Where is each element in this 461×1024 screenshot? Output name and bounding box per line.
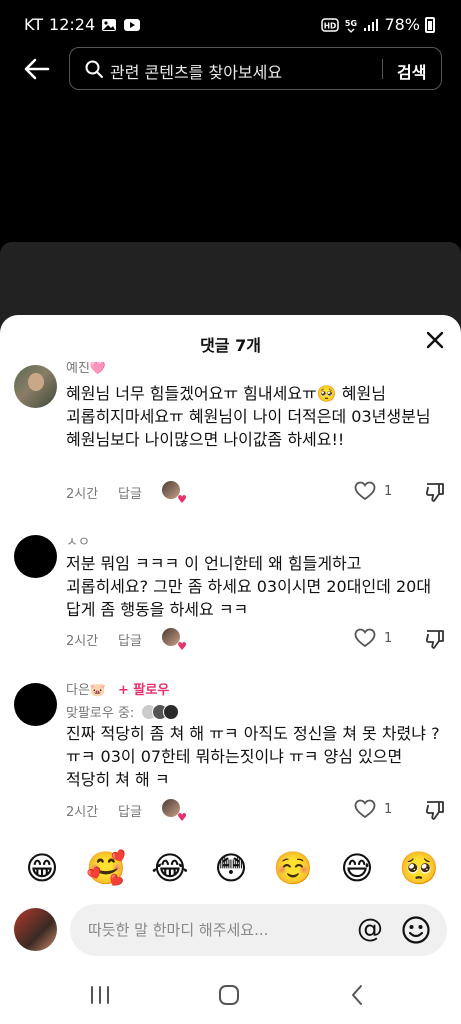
- like-button[interactable]: 1: [354, 628, 392, 648]
- carrier-label: KT: [24, 15, 44, 34]
- comment-input-row: @: [0, 901, 461, 959]
- hd-voice-icon: HD: [321, 17, 340, 32]
- avatar[interactable]: [14, 535, 57, 578]
- reply-button[interactable]: 답글: [118, 630, 142, 649]
- emoji-grin[interactable]: 😁: [22, 848, 62, 888]
- recent-apps-icon[interactable]: [87, 982, 113, 1008]
- close-icon[interactable]: [424, 329, 446, 351]
- follow-button[interactable]: + 팔로우: [118, 679, 169, 698]
- like-button[interactable]: 1: [354, 799, 392, 819]
- heart-icon: ♥: [177, 811, 187, 824]
- my-avatar[interactable]: [14, 908, 57, 951]
- battery-icon: [425, 16, 435, 33]
- top-bar: 관련 콘텐츠를 찾아보세요 검색: [0, 44, 461, 96]
- 5g-icon: 5G: [345, 19, 358, 33]
- comment-input[interactable]: [70, 904, 447, 956]
- signal-icon: [364, 18, 379, 31]
- home-icon[interactable]: [216, 982, 242, 1008]
- battery-percent: 78%: [384, 15, 420, 34]
- mutual-avatars[interactable]: [141, 703, 180, 720]
- search-icon: [85, 60, 103, 78]
- hd-badge-text: HD: [324, 21, 337, 30]
- reply-button[interactable]: 답글: [118, 483, 142, 502]
- comment-item: 다은🐷 + 팔로우 맞팔로우 중: 진짜 적당히 좀 쳐 해 ㅠㅋ 아직도 정신…: [0, 671, 461, 831]
- heart-outline-icon: [354, 481, 376, 501]
- heart-outline-icon: [354, 628, 376, 648]
- comment-username[interactable]: 다은🐷: [66, 679, 106, 698]
- emoji-sweat-smile[interactable]: 😅: [337, 848, 377, 888]
- avatar[interactable]: [14, 365, 57, 408]
- like-button[interactable]: 1: [354, 481, 392, 501]
- back-arrow-icon[interactable]: [20, 52, 54, 86]
- sheet-title: 댓글 7개: [200, 336, 261, 355]
- creator-liked-badge: ♥: [162, 799, 187, 824]
- emoji-smiling-hearts[interactable]: 🥰: [86, 848, 126, 888]
- emoji-tears-of-joy[interactable]: 😂: [150, 848, 190, 888]
- photo-icon: [102, 18, 117, 31]
- comment-item: 예진🩷 혜원님 너무 힘들겠어요ㅠ 힘내세요ㅠ🥺 혜원님 괴롭히지마세요ㅠ 혜원…: [0, 357, 461, 507]
- creator-liked-badge: ♥: [162, 481, 187, 506]
- network-label: 5G: [345, 19, 357, 28]
- like-count: 1: [384, 801, 393, 817]
- emoji-smiling[interactable]: ☺️: [273, 848, 313, 888]
- comment-time: 2시간: [66, 487, 99, 502]
- comment-text: 혜원님 너무 힘들겠어요ㅠ 힘내세요ㅠ🥺 혜원님 괴롭히지마세요ㅠ 혜원님이 나…: [66, 384, 431, 449]
- emoji-pleading[interactable]: 🥺: [399, 848, 439, 888]
- search-placeholder[interactable]: 관련 콘텐츠를 찾아보세요: [110, 59, 282, 83]
- heart-icon: ♥: [177, 493, 187, 506]
- comment-meta: 2시간 답글 ♥ 1: [66, 799, 446, 824]
- emoji-quick-bar: 😁 🥰 😂 😳 ☺️ 😅 🥺: [0, 848, 461, 890]
- comment-username[interactable]: ㅅㅇ: [66, 531, 90, 550]
- mutual-avatar: [163, 703, 180, 720]
- comment-time: 2시간: [66, 634, 99, 649]
- heart-outline-icon: [354, 799, 376, 819]
- creator-liked-badge: ♥: [162, 628, 187, 653]
- search-submit-button[interactable]: 검색: [397, 59, 426, 83]
- avatar[interactable]: [14, 683, 57, 726]
- nav-back-icon[interactable]: [345, 982, 371, 1008]
- comment-username[interactable]: 예진🩷: [66, 362, 106, 375]
- dislike-icon[interactable]: [424, 481, 446, 503]
- comment-meta: 2시간 답글 ♥ 1: [66, 628, 446, 653]
- clock: 12:24: [49, 15, 96, 34]
- emoji-picker-icon[interactable]: [401, 915, 431, 945]
- emoji-flushed[interactable]: 😳: [211, 848, 251, 888]
- dislike-icon[interactable]: [424, 628, 446, 650]
- mutual-follow-label: 맞팔로우 중:: [66, 706, 135, 721]
- status-left: KT 12:24: [24, 15, 141, 34]
- dislike-icon[interactable]: [424, 799, 446, 821]
- status-right: HD 5G 78%: [321, 15, 435, 34]
- status-bar: KT 12:24 HD 5G 78%: [0, 0, 461, 50]
- like-count: 1: [384, 630, 393, 646]
- heart-icon: ♥: [177, 640, 187, 653]
- comment-text: 저분 뭐임 ㅋㅋㅋ 이 언니한테 왜 힘들게하고 괴롭히세요? 그만 좀 하세요…: [66, 554, 432, 619]
- like-count: 1: [384, 483, 393, 499]
- comment-text: 진짜 적당히 좀 쳐 해 ㅠㅋ 아직도 정신을 쳐 못 차렸냐 ? ㅠㅋ 03이…: [66, 724, 440, 789]
- comment-meta: 2시간 답글 ♥ 1: [66, 481, 446, 506]
- search-box[interactable]: 관련 콘텐츠를 찾아보세요 검색: [69, 47, 442, 90]
- search-divider: [382, 59, 383, 79]
- youtube-icon: [124, 18, 141, 31]
- mutual-follow: 맞팔로우 중:: [66, 702, 180, 721]
- comment-time: 2시간: [66, 805, 99, 820]
- system-nav-bar: [0, 964, 461, 1024]
- comment-item: ㅅㅇ 저분 뭐임 ㅋㅋㅋ 이 언니한테 왜 힘들게하고 괴롭히세요? 그만 좀 …: [0, 527, 461, 657]
- mention-button[interactable]: @: [355, 915, 385, 945]
- reply-button[interactable]: 답글: [118, 801, 142, 820]
